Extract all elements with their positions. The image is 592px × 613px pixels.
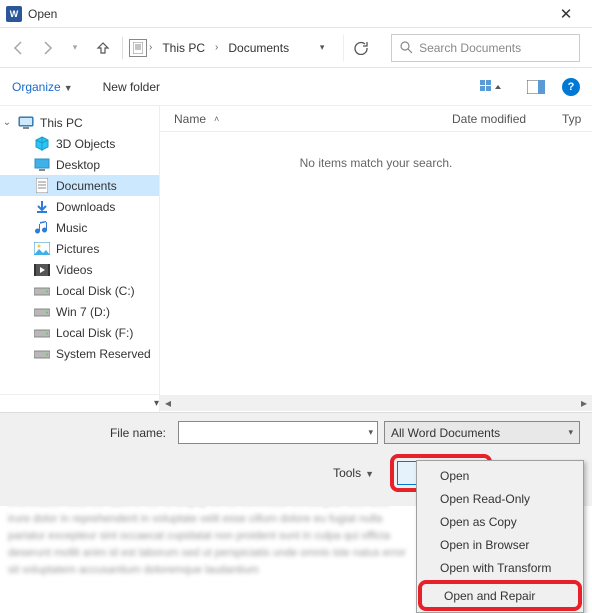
desk-icon [34, 157, 50, 173]
up-button[interactable] [90, 35, 116, 61]
tree-item-label: System Reserved [56, 347, 151, 361]
pic-icon [34, 241, 50, 257]
pc-icon [18, 115, 34, 131]
drv-icon [34, 325, 50, 341]
filetype-dropdown[interactable]: All Word Documents▾ [384, 421, 580, 444]
menu-item[interactable]: Open [420, 464, 580, 487]
tree-item-label: Local Disk (C:) [56, 284, 135, 298]
tree-item-label: 3D Objects [56, 137, 115, 151]
drv-icon [34, 283, 50, 299]
tree-item-label: Desktop [56, 158, 100, 172]
expand-icon[interactable]: ⌄ [2, 117, 12, 128]
organize-menu[interactable]: Organize▼ [12, 80, 73, 94]
tree-item-label: Local Disk (F:) [56, 326, 133, 340]
filename-label: File name: [12, 426, 172, 440]
tree-item[interactable]: 3D Objects [0, 133, 159, 154]
tree-overflow-icon[interactable]: ▾ [154, 398, 159, 409]
horizontal-scrollbar[interactable]: ◂ ▸ [160, 394, 592, 412]
tree-item[interactable]: Local Disk (F:) [0, 322, 159, 343]
search-placeholder: Search Documents [419, 41, 521, 55]
refresh-button[interactable] [343, 35, 377, 61]
chevron-right-icon: › [215, 42, 218, 53]
new-folder-button[interactable]: New folder [103, 80, 160, 94]
scroll-right-icon[interactable]: ▸ [576, 395, 592, 411]
menu-item[interactable]: Open as Copy [420, 510, 580, 533]
dl-icon [34, 199, 50, 215]
tree-item-label: Documents [56, 179, 117, 193]
recent-dropdown[interactable]: ▾ [62, 35, 88, 61]
tree-item-label: This PC [40, 116, 83, 130]
help-button[interactable]: ? [562, 78, 580, 96]
col-name[interactable]: Name [174, 112, 206, 126]
breadcrumb-thispc[interactable]: This PC [156, 37, 211, 59]
tree-item-label: Videos [56, 263, 92, 277]
tree-item[interactable]: Pictures [0, 238, 159, 259]
scroll-left-icon[interactable]: ◂ [160, 395, 176, 411]
open-dropdown-menu: OpenOpen Read-OnlyOpen as CopyOpen in Br… [416, 460, 584, 613]
sort-indicator-icon: ˄ [214, 114, 219, 124]
tree-item[interactable]: Downloads [0, 196, 159, 217]
mus-icon [34, 220, 50, 236]
filename-input[interactable]: ▾ [178, 421, 378, 444]
search-input[interactable]: Search Documents [391, 34, 580, 62]
breadcrumb-documents[interactable]: Documents [222, 37, 295, 59]
tools-menu[interactable]: Tools▼ [333, 466, 374, 480]
folder-icon [129, 39, 147, 57]
menu-item[interactable]: Open with Transform [420, 556, 580, 579]
tree-item-label: Pictures [56, 242, 99, 256]
close-button[interactable]: ✕ [546, 3, 586, 25]
tree-item[interactable]: ⌄ This PC [0, 112, 159, 133]
menu-item[interactable]: Open Read-Only [420, 487, 580, 510]
view-mode-button[interactable] [474, 75, 510, 99]
chevron-right-icon: › [149, 42, 152, 53]
tree-item[interactable]: Desktop [0, 154, 159, 175]
preview-pane-button[interactable] [518, 75, 554, 99]
col-type[interactable]: Typ [562, 112, 592, 126]
tree-item[interactable]: Videos [0, 259, 159, 280]
tree-item[interactable]: Local Disk (C:) [0, 280, 159, 301]
tree-item[interactable]: Documents [0, 175, 159, 196]
tree-item-label: Music [56, 221, 87, 235]
back-button[interactable] [6, 35, 32, 61]
list-header[interactable]: Name ˄ Date modified Typ [160, 106, 592, 132]
tree-item[interactable]: System Reserved [0, 343, 159, 364]
empty-message: No items match your search. [160, 132, 592, 394]
tree-item-label: Win 7 (D:) [56, 305, 110, 319]
highlight-open-repair: Open and Repair [418, 580, 582, 611]
forward-button[interactable] [34, 35, 60, 61]
3d-icon [34, 136, 50, 152]
folder-tree[interactable]: ⌄ This PC 3D Objects Desktop Documents Downlo… [0, 106, 160, 394]
tree-item[interactable]: Win 7 (D:) [0, 301, 159, 322]
window-title: Open [28, 7, 57, 21]
search-icon [400, 41, 413, 54]
vid-icon [34, 262, 50, 278]
menu-item[interactable]: Open in Browser [420, 533, 580, 556]
path-dropdown[interactable]: ▾ [309, 35, 335, 61]
tree-item[interactable]: Music [0, 217, 159, 238]
col-date[interactable]: Date modified [452, 112, 562, 126]
menu-item[interactable]: Open and Repair [422, 584, 578, 607]
drv-icon [34, 346, 50, 362]
doc-icon [34, 178, 50, 194]
tree-item-label: Downloads [56, 200, 115, 214]
drv-icon [34, 304, 50, 320]
word-icon: W [6, 6, 22, 22]
